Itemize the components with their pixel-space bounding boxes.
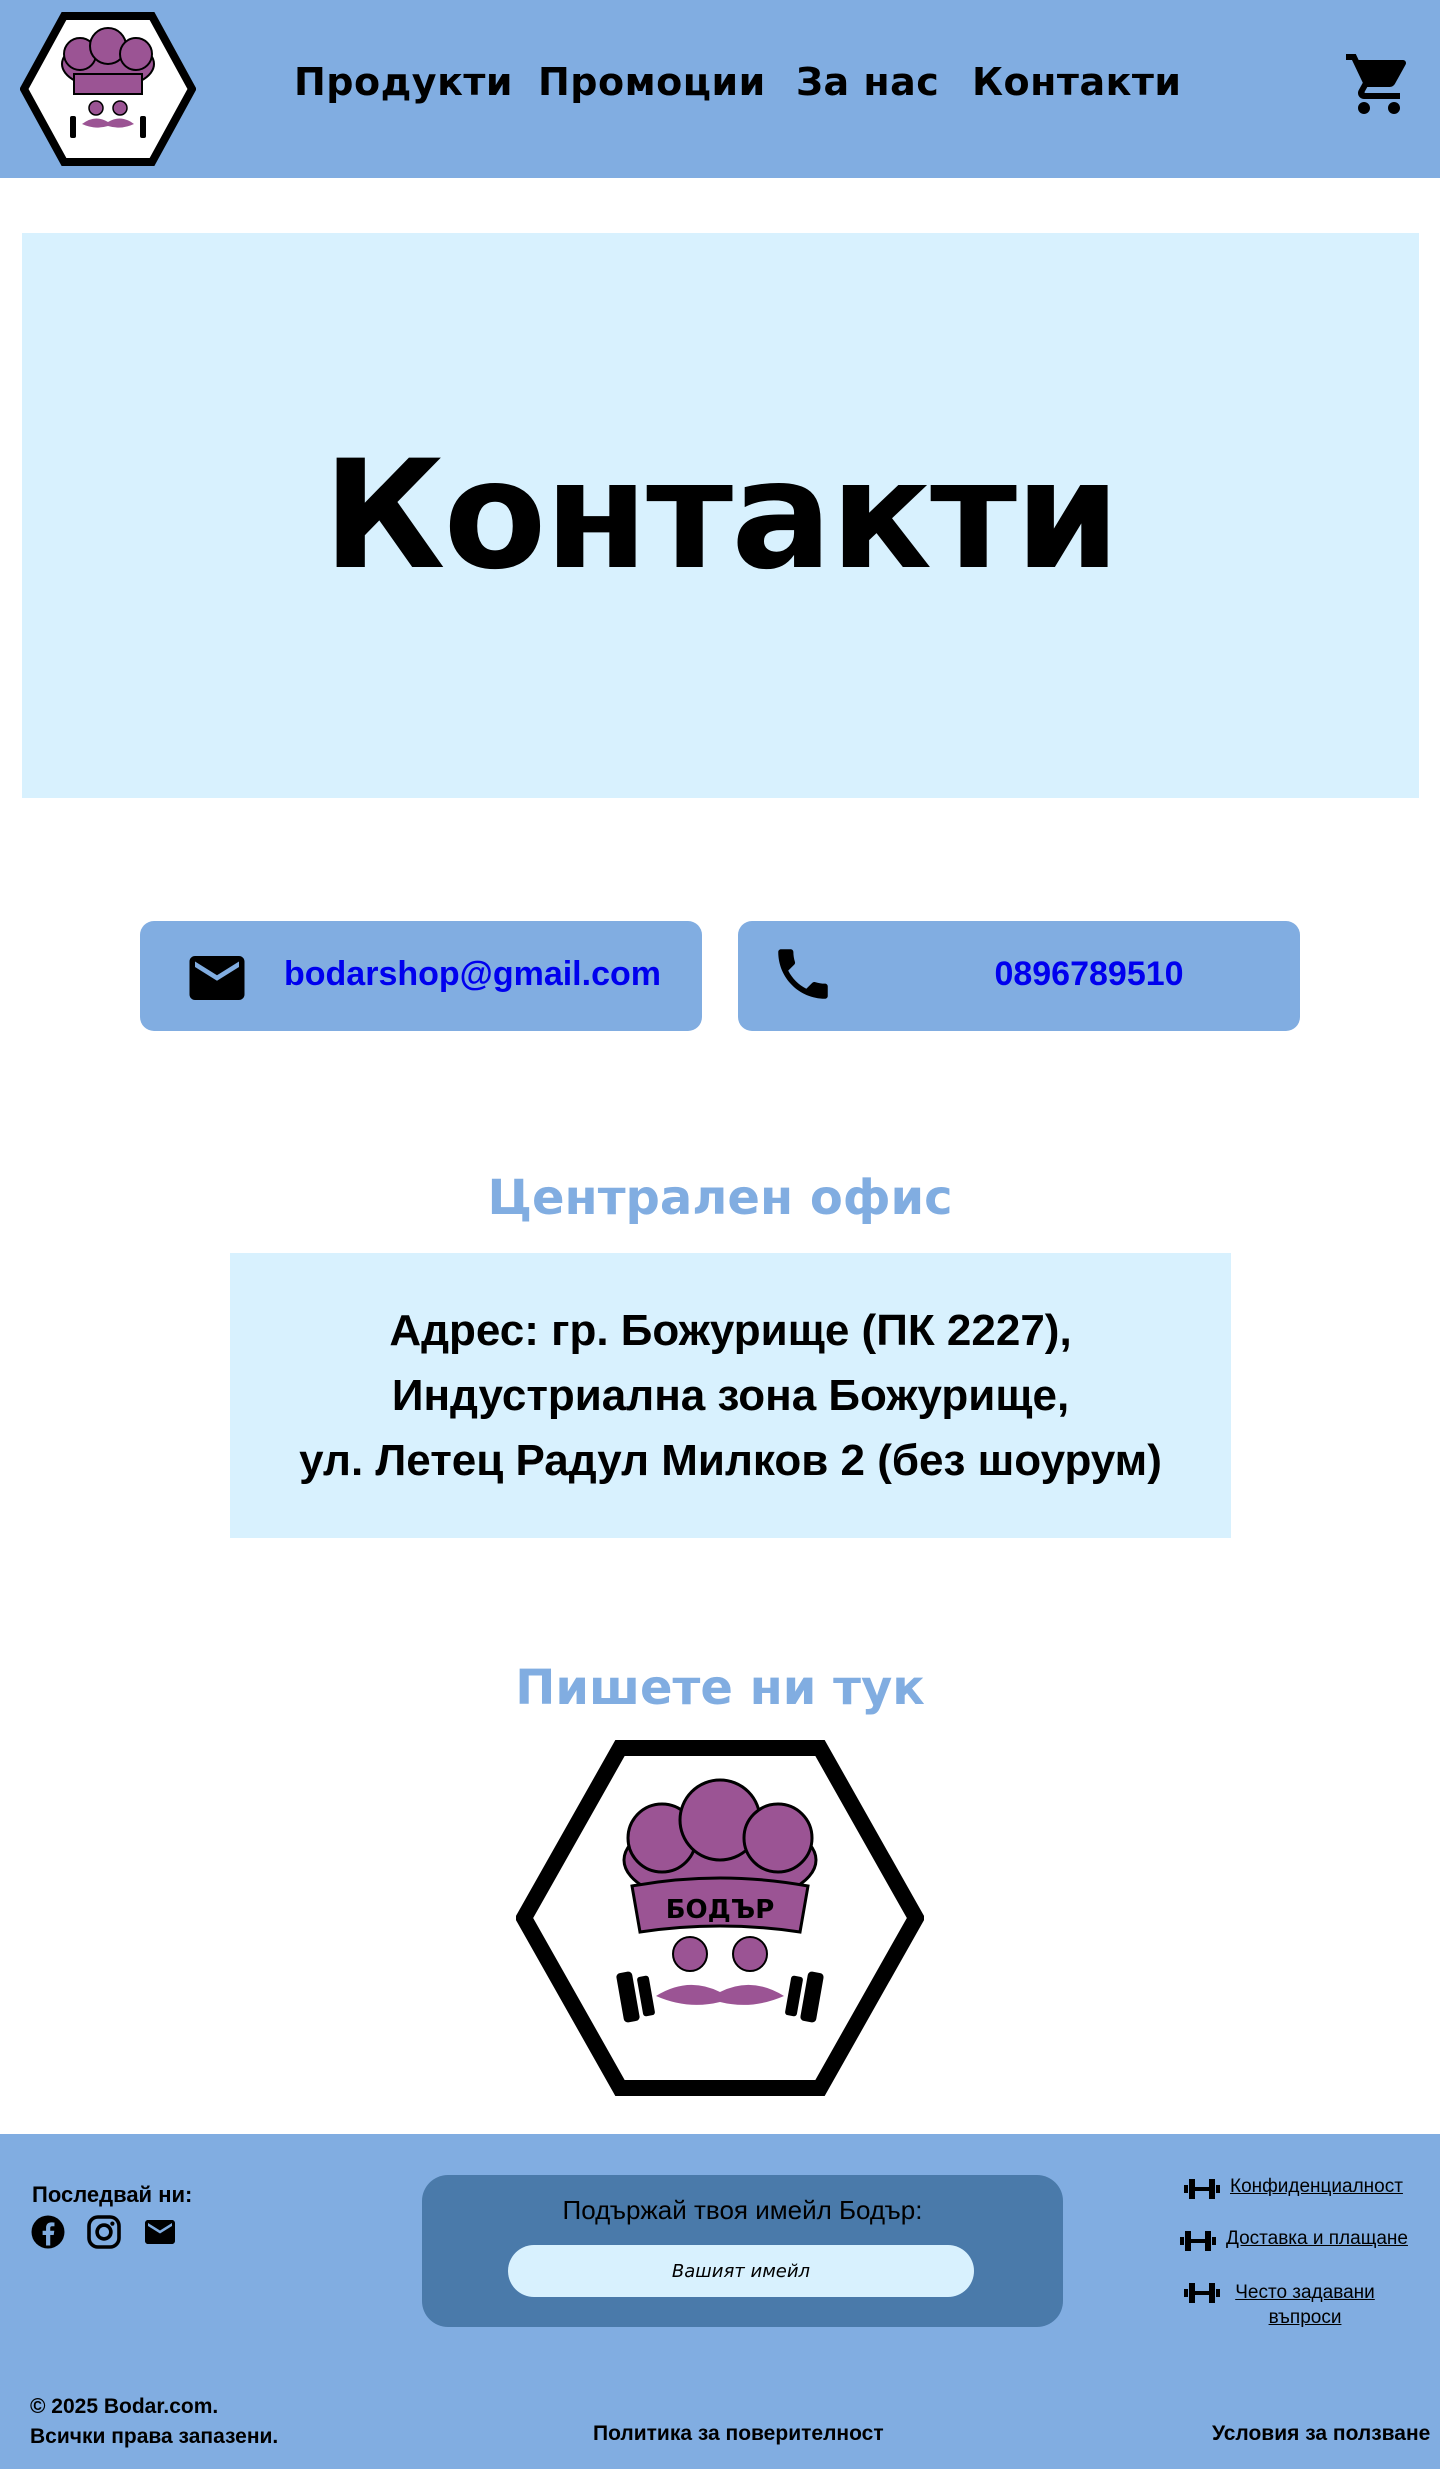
footer-link-privacy[interactable]: Конфиденциалност	[1182, 2176, 1403, 2202]
instagram-icon[interactable]	[86, 2214, 122, 2250]
terms-of-use-link[interactable]: Условия за ползване	[1212, 2422, 1430, 2446]
dumbbell-icon	[1180, 2231, 1216, 2251]
office-heading: Централен офис	[487, 1170, 953, 1226]
write-us-heading: Пишете ни тук	[515, 1660, 925, 1716]
footer-link-faq[interactable]: Често задавани въпроси	[1182, 2280, 1380, 2330]
nav-products[interactable]: Продукти	[294, 60, 554, 104]
cart-icon[interactable]	[1340, 48, 1418, 120]
privacy-policy-link[interactable]: Политика за поверителност	[593, 2422, 884, 2446]
follow-label: Последвай ни:	[32, 2182, 193, 2207]
email-address: bodarshop@gmail.com	[284, 955, 661, 993]
hero-banner: Контакти	[22, 233, 1419, 798]
dumbbell-icon	[1184, 2283, 1220, 2303]
mail-icon	[189, 956, 245, 1000]
phone-number: 0896789510	[994, 955, 1184, 993]
nav-contacts[interactable]: Контакти	[972, 60, 1232, 104]
page-title: Контакти	[322, 428, 1120, 603]
site-header: Продукти Промоции За нас Контакти	[0, 0, 1440, 178]
phone-icon	[778, 949, 828, 999]
address-line: Индустриална зона Божурище,	[391, 1371, 1070, 1420]
social-links	[30, 2214, 178, 2250]
address-line: ул. Летец Радул Милков 2 (без шоурум)	[299, 1436, 1162, 1485]
chef-hat-logo-icon[interactable]	[20, 12, 196, 166]
address-line: Адрес: гр. Божурище (ПК 2227),	[389, 1306, 1072, 1355]
newsletter-email-input[interactable]	[508, 2245, 974, 2297]
newsletter-label: Подържай твоя имейл Бодър:	[562, 2195, 923, 2225]
nav-about[interactable]: За нас	[796, 60, 976, 104]
svg-text:БОДЪР: БОДЪР	[666, 1895, 775, 1925]
mail-icon[interactable]	[142, 2214, 178, 2250]
site-footer: Последвай ни: Подържай твоя имейл Бодър:…	[0, 2134, 1440, 2469]
chef-hat-mascot-logo-icon: БОДЪР	[516, 1740, 924, 2096]
facebook-icon[interactable]	[30, 2214, 66, 2250]
email-contact-button[interactable]: bodarshop@gmail.com	[140, 921, 702, 1031]
dumbbell-icon	[1184, 2179, 1220, 2199]
office-address-box: Адрес: гр. Божурище (ПК 2227), Индустриа…	[230, 1253, 1231, 1538]
copyright: © 2025 Bodar.com. Всички права запазени.	[30, 2395, 279, 2448]
footer-link-delivery[interactable]: Доставка и плащане	[1178, 2228, 1408, 2254]
nav-promotions[interactable]: Промоции	[538, 60, 798, 104]
newsletter-box: Подържай твоя имейл Бодър:	[422, 2175, 1063, 2327]
phone-contact-button[interactable]: 0896789510	[738, 921, 1300, 1031]
